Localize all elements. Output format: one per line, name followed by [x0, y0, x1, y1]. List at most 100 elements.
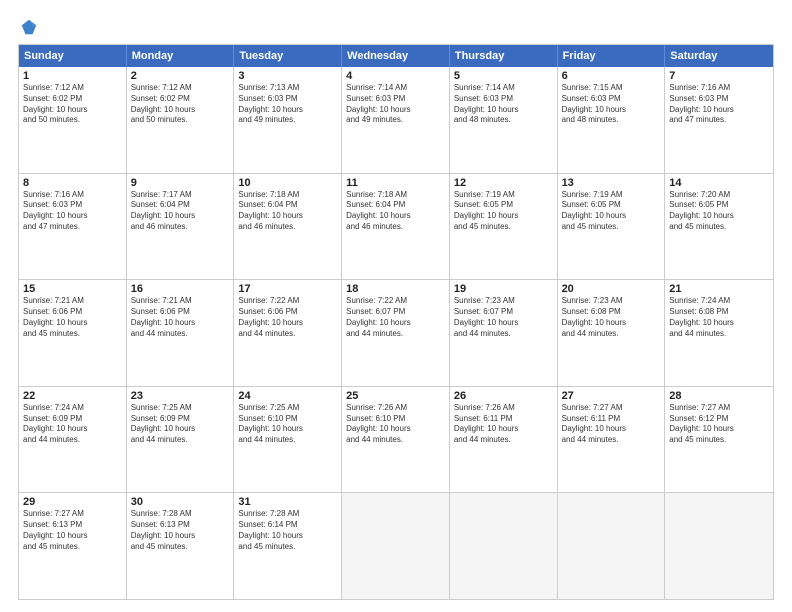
header-day-wednesday: Wednesday	[342, 45, 450, 67]
cell-info: Sunrise: 7:21 AMSunset: 6:06 PMDaylight:…	[23, 296, 122, 339]
day-number: 13	[562, 177, 661, 189]
day-number: 7	[669, 70, 769, 82]
cell-info: Sunrise: 7:16 AMSunset: 6:03 PMDaylight:…	[23, 190, 122, 233]
calendar-cell-11: 11Sunrise: 7:18 AMSunset: 6:04 PMDayligh…	[342, 174, 450, 280]
cell-info: Sunrise: 7:25 AMSunset: 6:10 PMDaylight:…	[238, 403, 337, 446]
cell-info: Sunrise: 7:16 AMSunset: 6:03 PMDaylight:…	[669, 83, 769, 126]
calendar-cell-4: 4Sunrise: 7:14 AMSunset: 6:03 PMDaylight…	[342, 67, 450, 173]
calendar-cell-31: 31Sunrise: 7:28 AMSunset: 6:14 PMDayligh…	[234, 493, 342, 599]
day-number: 14	[669, 177, 769, 189]
calendar-week-4: 22Sunrise: 7:24 AMSunset: 6:09 PMDayligh…	[19, 386, 773, 493]
cell-info: Sunrise: 7:25 AMSunset: 6:09 PMDaylight:…	[131, 403, 230, 446]
logo-icon	[20, 18, 38, 36]
day-number: 19	[454, 283, 553, 295]
calendar-cell-3: 3Sunrise: 7:13 AMSunset: 6:03 PMDaylight…	[234, 67, 342, 173]
day-number: 10	[238, 177, 337, 189]
day-number: 1	[23, 70, 122, 82]
calendar-header: SundayMondayTuesdayWednesdayThursdayFrid…	[19, 45, 773, 67]
calendar-week-2: 8Sunrise: 7:16 AMSunset: 6:03 PMDaylight…	[19, 173, 773, 280]
calendar-cell-empty	[665, 493, 773, 599]
cell-info: Sunrise: 7:14 AMSunset: 6:03 PMDaylight:…	[346, 83, 445, 126]
calendar-cell-15: 15Sunrise: 7:21 AMSunset: 6:06 PMDayligh…	[19, 280, 127, 386]
calendar-week-5: 29Sunrise: 7:27 AMSunset: 6:13 PMDayligh…	[19, 492, 773, 599]
calendar-cell-26: 26Sunrise: 7:26 AMSunset: 6:11 PMDayligh…	[450, 387, 558, 493]
cell-info: Sunrise: 7:24 AMSunset: 6:09 PMDaylight:…	[23, 403, 122, 446]
day-number: 4	[346, 70, 445, 82]
calendar-cell-12: 12Sunrise: 7:19 AMSunset: 6:05 PMDayligh…	[450, 174, 558, 280]
cell-info: Sunrise: 7:22 AMSunset: 6:07 PMDaylight:…	[346, 296, 445, 339]
cell-info: Sunrise: 7:23 AMSunset: 6:07 PMDaylight:…	[454, 296, 553, 339]
cell-info: Sunrise: 7:27 AMSunset: 6:11 PMDaylight:…	[562, 403, 661, 446]
day-number: 31	[238, 496, 337, 508]
day-number: 12	[454, 177, 553, 189]
calendar-cell-6: 6Sunrise: 7:15 AMSunset: 6:03 PMDaylight…	[558, 67, 666, 173]
calendar-grid: SundayMondayTuesdayWednesdayThursdayFrid…	[18, 44, 774, 600]
logo-text	[18, 18, 38, 36]
day-number: 28	[669, 390, 769, 402]
header-day-monday: Monday	[127, 45, 235, 67]
day-number: 3	[238, 70, 337, 82]
day-number: 22	[23, 390, 122, 402]
cell-info: Sunrise: 7:26 AMSunset: 6:11 PMDaylight:…	[454, 403, 553, 446]
cell-info: Sunrise: 7:15 AMSunset: 6:03 PMDaylight:…	[562, 83, 661, 126]
cell-info: Sunrise: 7:12 AMSunset: 6:02 PMDaylight:…	[131, 83, 230, 126]
day-number: 21	[669, 283, 769, 295]
calendar-cell-5: 5Sunrise: 7:14 AMSunset: 6:03 PMDaylight…	[450, 67, 558, 173]
cell-info: Sunrise: 7:17 AMSunset: 6:04 PMDaylight:…	[131, 190, 230, 233]
calendar-cell-10: 10Sunrise: 7:18 AMSunset: 6:04 PMDayligh…	[234, 174, 342, 280]
cell-info: Sunrise: 7:27 AMSunset: 6:13 PMDaylight:…	[23, 509, 122, 552]
cell-info: Sunrise: 7:28 AMSunset: 6:14 PMDaylight:…	[238, 509, 337, 552]
page-header	[18, 18, 774, 36]
calendar-body: 1Sunrise: 7:12 AMSunset: 6:02 PMDaylight…	[19, 67, 773, 599]
day-number: 26	[454, 390, 553, 402]
calendar-cell-empty	[558, 493, 666, 599]
cell-info: Sunrise: 7:19 AMSunset: 6:05 PMDaylight:…	[562, 190, 661, 233]
calendar-cell-14: 14Sunrise: 7:20 AMSunset: 6:05 PMDayligh…	[665, 174, 773, 280]
calendar-cell-25: 25Sunrise: 7:26 AMSunset: 6:10 PMDayligh…	[342, 387, 450, 493]
header-day-saturday: Saturday	[665, 45, 773, 67]
calendar-cell-13: 13Sunrise: 7:19 AMSunset: 6:05 PMDayligh…	[558, 174, 666, 280]
calendar-page: SundayMondayTuesdayWednesdayThursdayFrid…	[0, 0, 792, 612]
calendar-cell-29: 29Sunrise: 7:27 AMSunset: 6:13 PMDayligh…	[19, 493, 127, 599]
calendar-cell-16: 16Sunrise: 7:21 AMSunset: 6:06 PMDayligh…	[127, 280, 235, 386]
calendar-cell-22: 22Sunrise: 7:24 AMSunset: 6:09 PMDayligh…	[19, 387, 127, 493]
cell-info: Sunrise: 7:26 AMSunset: 6:10 PMDaylight:…	[346, 403, 445, 446]
day-number: 29	[23, 496, 122, 508]
cell-info: Sunrise: 7:28 AMSunset: 6:13 PMDaylight:…	[131, 509, 230, 552]
day-number: 23	[131, 390, 230, 402]
calendar-cell-7: 7Sunrise: 7:16 AMSunset: 6:03 PMDaylight…	[665, 67, 773, 173]
calendar-cell-20: 20Sunrise: 7:23 AMSunset: 6:08 PMDayligh…	[558, 280, 666, 386]
cell-info: Sunrise: 7:12 AMSunset: 6:02 PMDaylight:…	[23, 83, 122, 126]
cell-info: Sunrise: 7:20 AMSunset: 6:05 PMDaylight:…	[669, 190, 769, 233]
day-number: 8	[23, 177, 122, 189]
calendar-cell-2: 2Sunrise: 7:12 AMSunset: 6:02 PMDaylight…	[127, 67, 235, 173]
calendar-cell-empty	[342, 493, 450, 599]
day-number: 2	[131, 70, 230, 82]
day-number: 20	[562, 283, 661, 295]
calendar-cell-1: 1Sunrise: 7:12 AMSunset: 6:02 PMDaylight…	[19, 67, 127, 173]
header-day-friday: Friday	[558, 45, 666, 67]
day-number: 18	[346, 283, 445, 295]
calendar-cell-27: 27Sunrise: 7:27 AMSunset: 6:11 PMDayligh…	[558, 387, 666, 493]
day-number: 5	[454, 70, 553, 82]
day-number: 25	[346, 390, 445, 402]
header-day-tuesday: Tuesday	[234, 45, 342, 67]
header-day-thursday: Thursday	[450, 45, 558, 67]
day-number: 24	[238, 390, 337, 402]
day-number: 11	[346, 177, 445, 189]
day-number: 16	[131, 283, 230, 295]
calendar-cell-30: 30Sunrise: 7:28 AMSunset: 6:13 PMDayligh…	[127, 493, 235, 599]
calendar-cell-9: 9Sunrise: 7:17 AMSunset: 6:04 PMDaylight…	[127, 174, 235, 280]
calendar-cell-24: 24Sunrise: 7:25 AMSunset: 6:10 PMDayligh…	[234, 387, 342, 493]
header-day-sunday: Sunday	[19, 45, 127, 67]
day-number: 30	[131, 496, 230, 508]
cell-info: Sunrise: 7:14 AMSunset: 6:03 PMDaylight:…	[454, 83, 553, 126]
cell-info: Sunrise: 7:22 AMSunset: 6:06 PMDaylight:…	[238, 296, 337, 339]
cell-info: Sunrise: 7:13 AMSunset: 6:03 PMDaylight:…	[238, 83, 337, 126]
cell-info: Sunrise: 7:23 AMSunset: 6:08 PMDaylight:…	[562, 296, 661, 339]
calendar-cell-21: 21Sunrise: 7:24 AMSunset: 6:08 PMDayligh…	[665, 280, 773, 386]
calendar-cell-8: 8Sunrise: 7:16 AMSunset: 6:03 PMDaylight…	[19, 174, 127, 280]
cell-info: Sunrise: 7:18 AMSunset: 6:04 PMDaylight:…	[238, 190, 337, 233]
calendar-cell-28: 28Sunrise: 7:27 AMSunset: 6:12 PMDayligh…	[665, 387, 773, 493]
day-number: 9	[131, 177, 230, 189]
